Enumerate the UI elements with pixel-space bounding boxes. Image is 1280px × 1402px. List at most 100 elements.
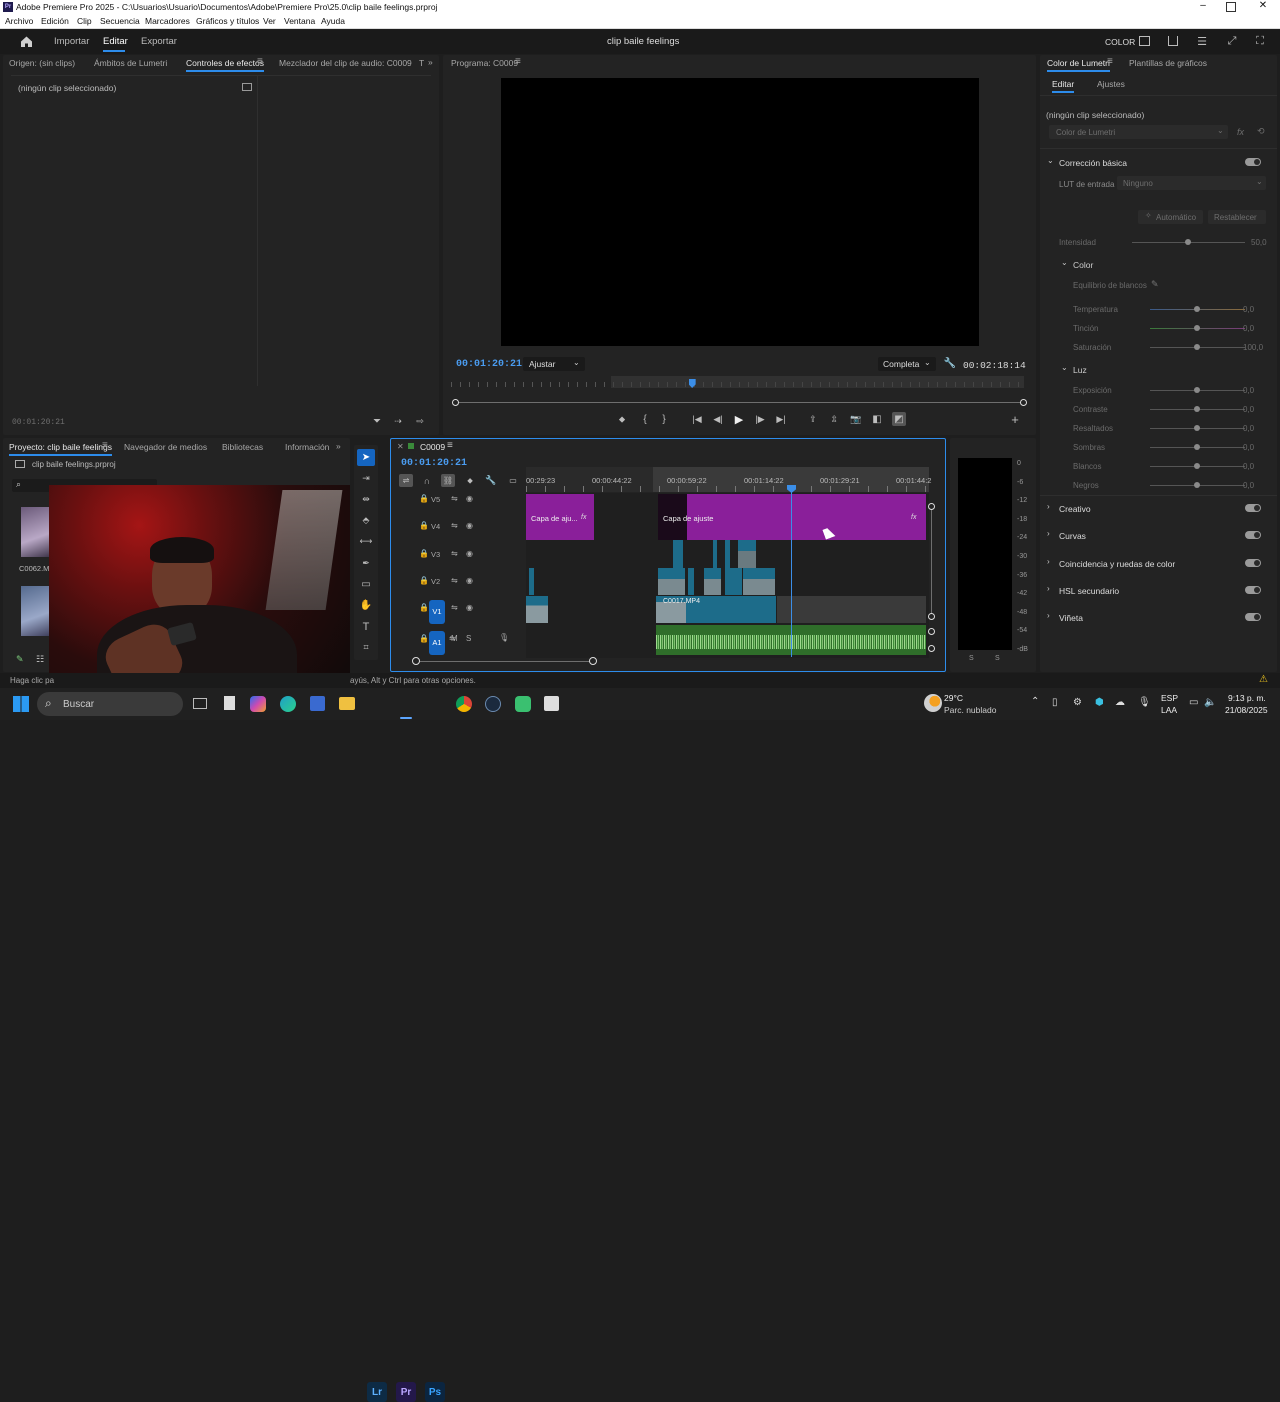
language-bottom[interactable]: LAA	[1161, 705, 1177, 715]
close-sequence-icon[interactable]: ✕	[397, 442, 404, 451]
lumetri-menu-icon[interactable]: ≡	[1107, 56, 1113, 67]
more-tabs-icon[interactable]: »	[428, 57, 433, 67]
video-clip[interactable]: C0017.MP4	[656, 596, 776, 623]
program-menu-icon[interactable]: ≡	[515, 56, 521, 67]
subtab-editar[interactable]: Editar	[1052, 79, 1075, 93]
store-icon[interactable]	[310, 696, 325, 711]
sync-lock-icon[interactable]: ⇋	[451, 576, 458, 585]
slip-tool-icon[interactable]: ⟷	[357, 533, 375, 550]
minimize-button[interactable]: –	[1196, 0, 1210, 15]
fullscreen-icon[interactable]: ⛶	[1254, 35, 1266, 47]
solo-left[interactable]: S	[969, 655, 974, 662]
vineta-toggle[interactable]	[1245, 613, 1261, 621]
tab-t[interactable]: T	[419, 58, 424, 68]
tab-controles-efectos[interactable]: Controles de efectos	[186, 58, 264, 72]
step-forward-icon[interactable]: |▶	[754, 413, 766, 425]
copilot-icon[interactable]	[250, 696, 266, 712]
lut-dropdown[interactable]: Ninguno ⌄	[1117, 176, 1266, 190]
close-button[interactable]: ✕	[1256, 0, 1270, 15]
track-lock-icon[interactable]: 🔒	[419, 494, 429, 503]
weather-icon[interactable]	[924, 694, 942, 712]
eye-icon[interactable]: ◉	[466, 521, 473, 530]
preset-dropdown[interactable]: Color de Lumetri ⌄	[1049, 125, 1228, 139]
steam-icon[interactable]	[485, 696, 501, 712]
quality-dropdown[interactable]: Completa ⌄	[878, 357, 936, 371]
tray-icon[interactable]: ▯	[1052, 697, 1058, 708]
section-coincidencia[interactable]: Coincidencia y ruedas de color	[1059, 559, 1175, 569]
menu-ayuda[interactable]: Ayuda	[321, 16, 345, 26]
premiere-icon[interactable]: Pr	[396, 1382, 416, 1402]
project-thumbnail-2[interactable]	[21, 586, 51, 636]
maximize-button[interactable]	[1226, 2, 1236, 12]
step-back-icon[interactable]: ◀|	[712, 413, 724, 425]
menu-edicion[interactable]: Edición	[41, 16, 69, 26]
horizontal-scrollbar[interactable]	[416, 661, 593, 662]
sequence-tab[interactable]: C0009	[420, 442, 445, 452]
track-name[interactable]: V2	[431, 577, 440, 586]
tab-editar[interactable]: Editar	[103, 36, 128, 47]
list-view-icon[interactable]: ☷	[36, 654, 44, 665]
eye-icon[interactable]: ◉	[466, 576, 473, 585]
section-vineta[interactable]: Viñeta	[1059, 613, 1083, 623]
tab-mezclador-audio[interactable]: Mezclador del clip de audio: C0009	[279, 58, 412, 68]
go-to-in-icon[interactable]: |◀	[691, 413, 703, 425]
light-row-slider[interactable]	[1150, 406, 1245, 412]
hscroll-handle-left[interactable]	[412, 657, 420, 665]
color-workspace-label[interactable]: COLOR	[1105, 37, 1135, 47]
file-icon[interactable]	[224, 696, 235, 710]
light-row-slider[interactable]	[1150, 387, 1245, 393]
nest-toggle-icon[interactable]: ⇌	[399, 474, 413, 487]
chevron-right-icon[interactable]: ›	[1047, 611, 1050, 620]
track-name[interactable]: V3	[431, 550, 440, 559]
chevron-up-icon[interactable]: ⌃	[1031, 696, 1039, 707]
timeline-playhead[interactable]	[791, 485, 792, 657]
scroll-handle-audio-top[interactable]	[928, 628, 935, 635]
panel-toggle-icon[interactable]	[242, 83, 252, 91]
video-clip[interactable]	[688, 568, 694, 595]
linked-selection-icon[interactable]: ⛓	[441, 474, 455, 487]
temperature-slider[interactable]	[1150, 306, 1245, 312]
track-name[interactable]: V5	[431, 495, 440, 504]
wrench-icon[interactable]: 🔧	[944, 357, 956, 369]
hsl-toggle[interactable]	[1245, 586, 1261, 594]
project-menu-icon[interactable]: ≡	[102, 440, 108, 451]
saturation-slider[interactable]	[1150, 344, 1245, 350]
hscroll-handle-right[interactable]	[589, 657, 597, 665]
zoom-scrollbar[interactable]	[452, 399, 1027, 406]
menu-ventana[interactable]: Ventana	[284, 16, 315, 26]
type-tool-icon[interactable]: T	[357, 618, 375, 635]
menu-archivo[interactable]: Archivo	[5, 16, 33, 26]
video-clip[interactable]	[725, 568, 742, 595]
track-name[interactable]: V4	[431, 522, 440, 531]
explorer-icon[interactable]	[339, 697, 355, 710]
video-clip[interactable]	[704, 568, 721, 595]
track-name[interactable]: V1	[429, 600, 445, 624]
tab-ambitos-lumetri[interactable]: Ámbitos de Lumetri	[94, 58, 167, 68]
scroll-handle-audio-bottom[interactable]	[928, 645, 935, 652]
light-row-value[interactable]: 0,0	[1243, 481, 1254, 490]
adjustment-layer-clip[interactable]: Capa de aju... fx	[526, 494, 594, 540]
tab-color-lumetri[interactable]: Color de Lumetri	[1047, 58, 1110, 72]
intensity-slider[interactable]	[1132, 239, 1245, 245]
zoom-handle-left[interactable]	[452, 399, 459, 406]
auto-button[interactable]: ✧ Automático	[1138, 210, 1203, 224]
chevron-right-icon[interactable]: ›	[1047, 529, 1050, 538]
rectangle-tool-icon[interactable]: ▭	[357, 576, 375, 593]
saturation-value[interactable]: 100,0	[1243, 343, 1263, 352]
reset-button[interactable]: Restablecer	[1208, 210, 1266, 224]
tint-slider[interactable]	[1150, 325, 1245, 331]
light-row-value[interactable]: 0,0	[1243, 462, 1254, 471]
proxy-toggle-icon[interactable]: ◩	[892, 412, 906, 426]
track-lock-icon[interactable]: 🔒	[419, 521, 429, 530]
chevron-down-icon[interactable]: ⌄	[1047, 156, 1054, 165]
video-clip[interactable]	[526, 596, 548, 623]
sequence-menu-icon[interactable]: ≡	[447, 440, 453, 451]
tray-icon[interactable]: ⬢	[1095, 697, 1104, 708]
zoom-handle-right[interactable]	[1020, 399, 1027, 406]
track-icon[interactable]: ⇋	[449, 634, 456, 643]
chevron-down-icon[interactable]: ⌄	[1061, 363, 1068, 372]
chevron-down-icon[interactable]: ⌄	[1061, 258, 1068, 267]
quick-export-icon[interactable]: ☰	[1196, 35, 1208, 48]
creativo-toggle[interactable]	[1245, 504, 1261, 512]
eyedropper-icon[interactable]: ✎	[1151, 279, 1159, 290]
